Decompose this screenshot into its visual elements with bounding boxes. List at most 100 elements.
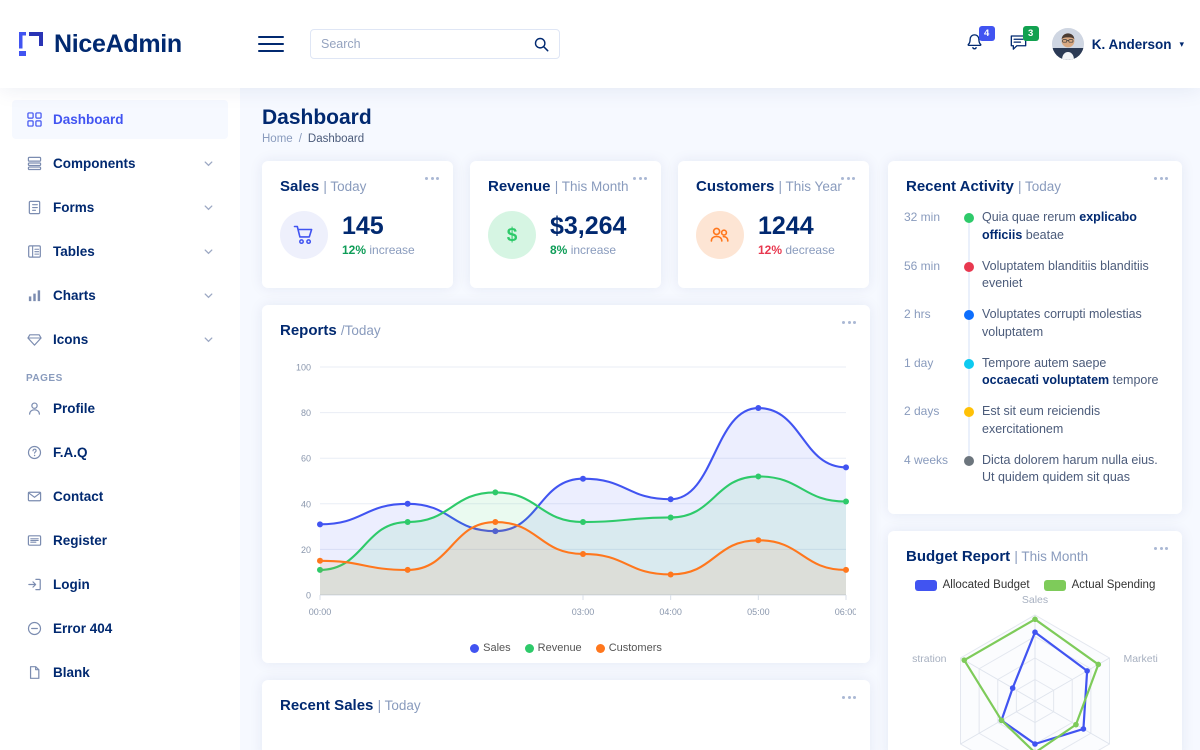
sidebar-item-tables[interactable]: Tables: [12, 232, 228, 271]
stat-delta-value: 8%: [550, 242, 568, 257]
sidebar-item-label: Forms: [53, 200, 95, 215]
sidebar-item-profile[interactable]: Profile: [12, 389, 228, 428]
sidebar-item-faq[interactable]: F.A.Q: [12, 433, 228, 472]
notifications-button[interactable]: 4: [964, 26, 995, 56]
legend-item-actual[interactable]: Actual Spending: [1043, 579, 1156, 591]
legend-item-allocated[interactable]: Allocated Budget: [914, 579, 1030, 591]
profile-menu[interactable]: K. Anderson ▾: [1051, 28, 1184, 60]
chevron-down-icon[interactable]: [203, 246, 214, 257]
sidebar-item-label: F.A.Q: [53, 445, 88, 460]
messages-badge: 3: [1022, 26, 1039, 41]
sidebar-item-contact[interactable]: Contact: [12, 477, 228, 516]
activity-text[interactable]: Voluptates corrupti molestias voluptatem: [982, 306, 1166, 342]
legend-label: Allocated Budget: [942, 579, 1030, 591]
stat-delta: 8% increase: [550, 243, 626, 257]
sidebar-item-label: Error 404: [53, 621, 113, 636]
chevron-down-icon[interactable]: [203, 202, 214, 213]
stat-delta-word: decrease: [785, 242, 835, 257]
sidebar-item-login[interactable]: Login: [12, 565, 228, 604]
dash-circle-icon: [26, 620, 43, 637]
chevron-down-icon[interactable]: [203, 334, 214, 345]
sidebar-item-charts[interactable]: Charts: [12, 276, 228, 315]
svg-text:0: 0: [306, 591, 311, 601]
gem-icon: [26, 331, 43, 348]
svg-text:Sales: Sales: [1022, 594, 1048, 606]
sidebar-item-error-404[interactable]: Error 404: [12, 609, 228, 648]
sidebar-item-label: Icons: [53, 332, 89, 347]
chevron-down-icon[interactable]: [203, 290, 214, 301]
svg-text:05:00: 05:00: [747, 607, 770, 617]
header-actions: 4 3 K. Anderson ▾: [964, 26, 1200, 60]
legend-item-sales[interactable]: Sales: [470, 642, 511, 654]
activity-text[interactable]: Tempore autem saepe occaecati voluptatem…: [982, 355, 1166, 391]
sidebar-item-forms[interactable]: Forms: [12, 188, 228, 227]
avatar: [1051, 28, 1084, 60]
legend-label: Actual Spending: [1071, 579, 1156, 591]
card-list-icon: [26, 532, 43, 549]
card-menu-button[interactable]: [1154, 547, 1168, 550]
stat-card-sales: Sales | Today 145 12% increase: [262, 161, 453, 288]
card-period: | Today: [323, 179, 367, 194]
activity-dot: [964, 358, 974, 369]
form-icon: [26, 199, 43, 216]
legend-item-customers[interactable]: Customers: [595, 642, 662, 654]
activity-dot: [964, 310, 974, 320]
stat-value: 145: [342, 212, 384, 241]
chevron-down-icon: ▾: [1179, 38, 1184, 49]
sidebar-item-icons[interactable]: Icons: [12, 320, 228, 359]
card-period: | Today: [377, 698, 421, 713]
card-header: Budget Report | This Month: [888, 531, 1182, 565]
chart-legend: Sales Revenue Customers: [262, 642, 870, 654]
svg-text:80: 80: [301, 408, 311, 418]
card-menu-button[interactable]: [1154, 177, 1168, 180]
sidebar-item-label: Contact: [53, 489, 104, 504]
card-menu-button[interactable]: [425, 177, 439, 180]
budget-radar-chart[interactable]: Sales Marketi stration: [888, 593, 1182, 750]
legend-item-revenue[interactable]: Revenue: [524, 642, 582, 654]
svg-text:03:00: 03:00: [572, 607, 595, 617]
card-menu-button[interactable]: [842, 321, 856, 324]
activity-text[interactable]: Quia quae rerum explicabo officiis beata…: [982, 209, 1166, 245]
card-period: /Today: [340, 323, 381, 338]
activity-text[interactable]: Est sit eum reiciendis exercitationem: [982, 403, 1166, 439]
hamburger-menu-icon[interactable]: [258, 36, 284, 52]
search-input[interactable]: [321, 37, 534, 51]
chevron-down-icon[interactable]: [203, 158, 214, 169]
activity-marker: [956, 355, 982, 407]
legend-swatch: [470, 643, 480, 653]
activity-marker: [956, 258, 982, 310]
brand-logo[interactable]: NiceAdmin: [0, 29, 240, 59]
card-menu-button[interactable]: [633, 177, 647, 180]
card-title-text: Recent Activity: [906, 178, 1014, 195]
card-menu-button[interactable]: [842, 696, 856, 699]
main-content: Dashboard Home / Dashboard Sales | Today: [240, 88, 1200, 750]
stat-value: $3,264: [550, 212, 627, 241]
sidebar-item-register[interactable]: Register: [12, 521, 228, 560]
svg-text:$: $: [507, 225, 518, 246]
messages-button[interactable]: 3: [1008, 26, 1039, 56]
reports-chart[interactable]: 0 20 40 60 80 100 00:00 03:00 04:00 05:00 06:00: [262, 339, 870, 640]
card-period: | This Month: [1014, 549, 1089, 564]
activity-time: 2 days: [904, 404, 940, 418]
activity-item: 2 hrs Voluptates corrupti molestias volup…: [904, 306, 1166, 359]
sidebar-item-label: Profile: [53, 401, 96, 416]
activity-text[interactable]: Dicta dolorem harum nulla eius. Ut quide…: [982, 452, 1166, 488]
cart-icon: [280, 211, 328, 259]
envelope-icon: [26, 488, 43, 505]
stat-delta-value: 12%: [342, 242, 367, 257]
sidebar-item-components[interactable]: Components: [12, 144, 228, 183]
sidebar-item-label: Tables: [53, 244, 95, 259]
sidebar-item-blank[interactable]: Blank: [12, 653, 228, 692]
stat-card-revenue: Revenue | This Month $ $3,264 8% increas…: [470, 161, 661, 288]
activity-text[interactable]: Voluptatem blanditiis blanditiis eveniet: [982, 258, 1166, 294]
card-menu-button[interactable]: [841, 177, 855, 180]
card-title-text: Revenue: [488, 178, 551, 195]
sidebar-item-dashboard[interactable]: Dashboard: [12, 100, 228, 139]
search-icon[interactable]: [534, 37, 549, 52]
notifications-badge: 4: [978, 26, 995, 41]
activity-time: 32 min: [904, 210, 941, 224]
search-bar[interactable]: [310, 29, 560, 59]
people-icon: [696, 211, 744, 259]
activity-marker: [956, 403, 982, 456]
breadcrumb-home[interactable]: Home: [262, 133, 293, 145]
